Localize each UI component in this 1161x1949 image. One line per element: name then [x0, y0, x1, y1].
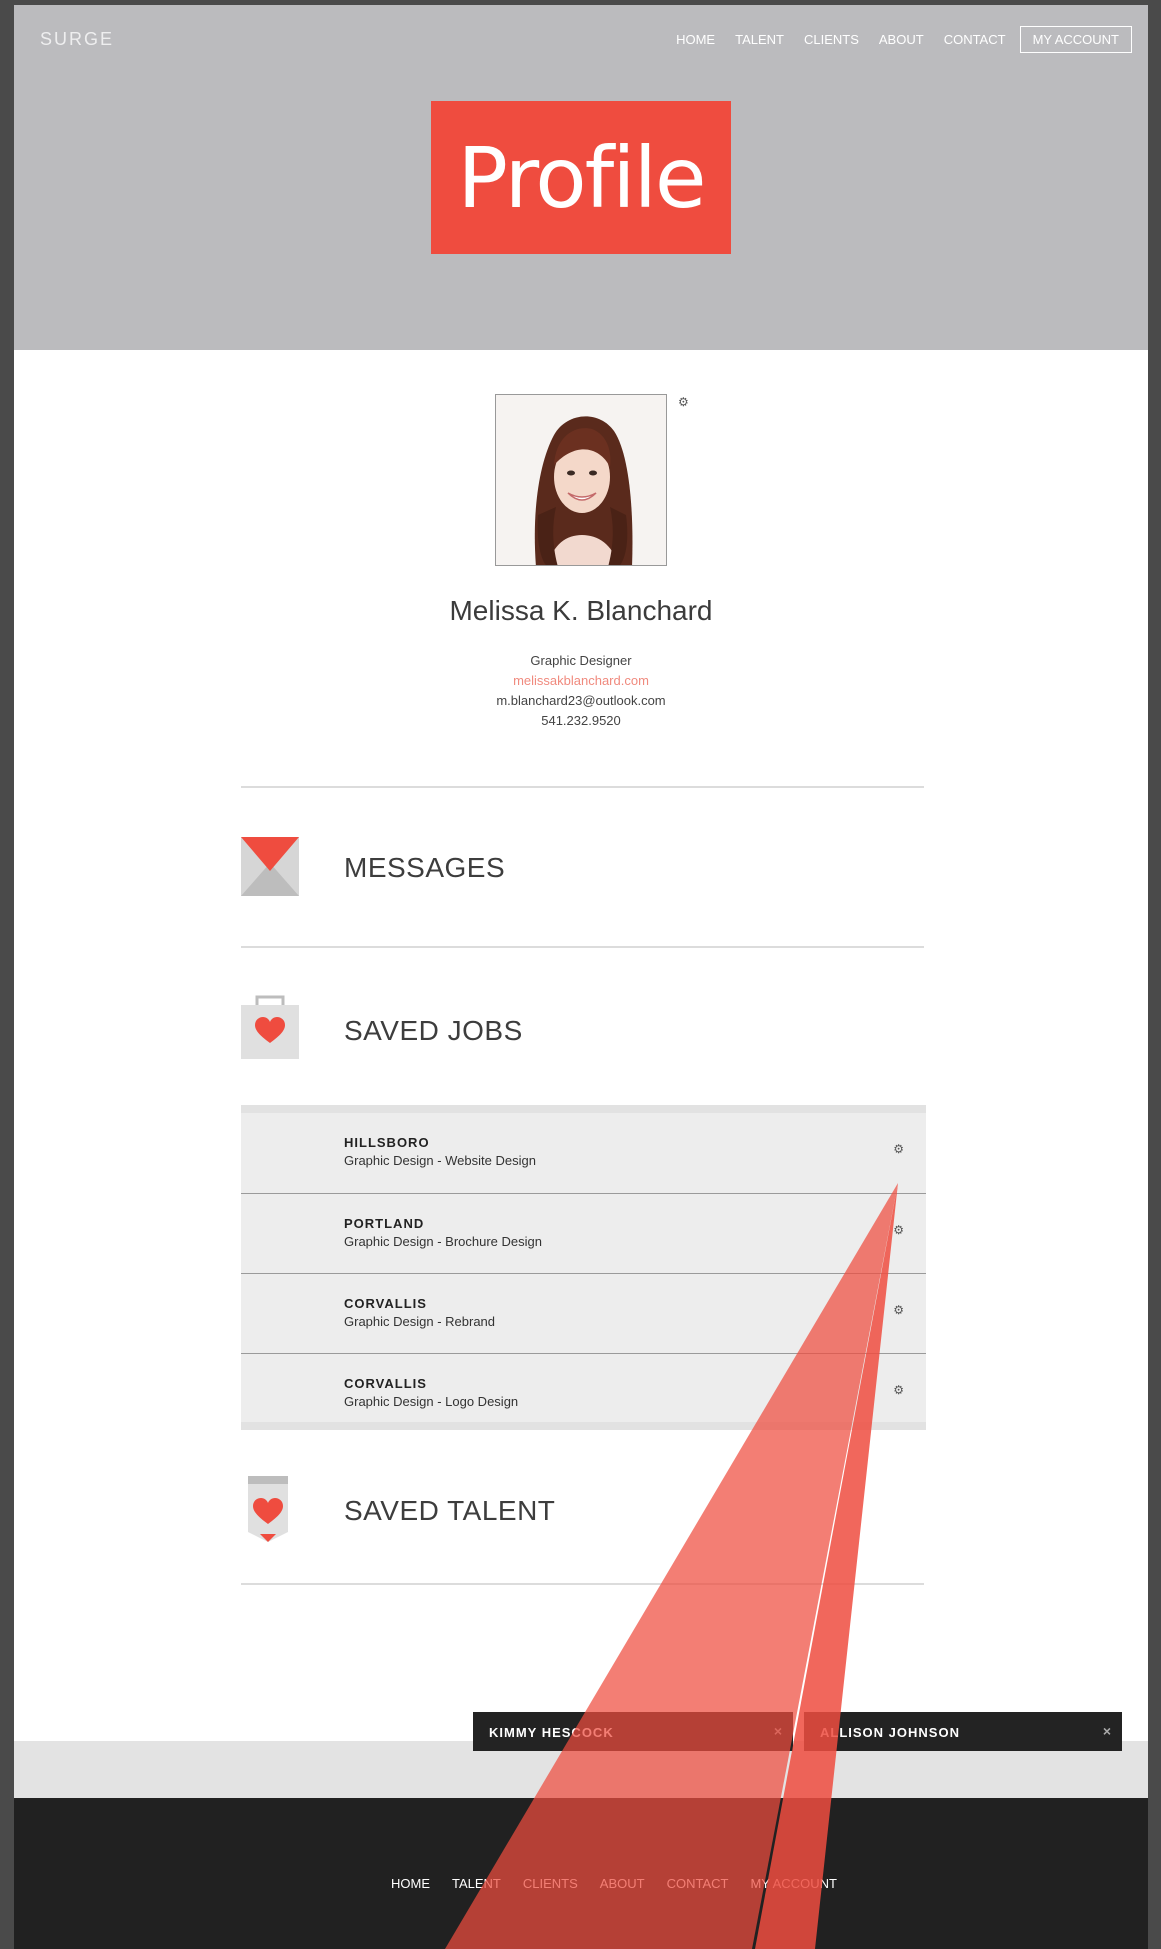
header: SURGE HOME TALENT CLIENTS ABOUT CONTACT …	[14, 5, 1148, 350]
job-city: CORVALLIS	[344, 1296, 427, 1311]
saved-jobs-list: HILLSBORO Graphic Design - Website Desig…	[241, 1105, 926, 1430]
job-settings-gear-icon[interactable]: ⚙	[893, 1384, 904, 1396]
footer-nav-my-account[interactable]: MY ACCOUNT	[750, 1876, 836, 1891]
job-row[interactable]: CORVALLIS Graphic Design - Logo Design ⚙	[241, 1353, 926, 1433]
chat-tab-label: ALLISON JOHNSON	[820, 1725, 960, 1740]
avatar	[495, 394, 667, 566]
profile-phone: 541.232.9520	[541, 713, 621, 728]
main-nav: HOME TALENT CLIENTS ABOUT CONTACT MY ACC…	[656, 26, 1132, 53]
nav-contact[interactable]: CONTACT	[944, 32, 1006, 47]
job-settings-gear-icon[interactable]: ⚙	[893, 1304, 904, 1316]
job-city: CORVALLIS	[344, 1376, 427, 1391]
profile-website-link[interactable]: melissakblanchard.com	[14, 673, 1148, 688]
chat-tab-allison-johnson[interactable]: ALLISON JOHNSON ×	[804, 1712, 1122, 1751]
nav-clients[interactable]: CLIENTS	[804, 32, 859, 47]
section-messages[interactable]: MESSAGES	[344, 852, 505, 884]
nav-talent[interactable]: TALENT	[735, 32, 784, 47]
page-title: Profile	[431, 101, 731, 254]
edit-photo-gear-icon[interactable]: ⚙	[678, 396, 689, 408]
job-description: Graphic Design - Rebrand	[344, 1314, 496, 1329]
job-city: HILLSBORO	[344, 1135, 430, 1150]
profile-name: Melissa K. Blanchard	[449, 595, 713, 626]
footer-nav-about[interactable]: ABOUT	[600, 1876, 645, 1891]
close-icon[interactable]: ×	[1103, 1723, 1112, 1739]
profile-role: Graphic Designer	[530, 653, 632, 668]
job-row[interactable]: CORVALLIS Graphic Design - Rebrand ⚙	[241, 1273, 926, 1353]
profile-email: m.blanchard23@outlook.com	[496, 693, 666, 708]
chat-tab-label: KIMMY HESCOCK	[489, 1725, 614, 1740]
bag-heart-icon	[241, 995, 299, 1059]
job-description: Graphic Design - Website Design	[344, 1153, 536, 1168]
footer-nav-clients[interactable]: CLIENTS	[523, 1876, 578, 1891]
footer-nav-talent[interactable]: TALENT	[452, 1876, 501, 1891]
job-description: Graphic Design - Logo Design	[344, 1394, 519, 1409]
avatar-portrait	[496, 395, 666, 565]
footer-nav: HOME TALENT CLIENTS ABOUT CONTACT MY ACC…	[391, 1876, 859, 1891]
nav-about[interactable]: ABOUT	[879, 32, 924, 47]
logo[interactable]: SURGE	[40, 29, 114, 50]
envelope-icon	[241, 837, 299, 896]
footer-nav-home[interactable]: HOME	[391, 1876, 430, 1891]
page-frame: SURGE HOME TALENT CLIENTS ABOUT CONTACT …	[14, 5, 1148, 1949]
section-saved-talent[interactable]: SAVED TALENT	[344, 1495, 555, 1527]
divider	[241, 786, 924, 788]
job-description: Graphic Design - Brochure Design	[344, 1234, 542, 1249]
close-icon[interactable]: ×	[774, 1723, 783, 1739]
divider	[241, 1583, 924, 1585]
section-saved-jobs[interactable]: SAVED JOBS	[344, 1015, 523, 1047]
job-settings-gear-icon[interactable]: ⚙	[893, 1224, 904, 1236]
job-city: PORTLAND	[344, 1216, 425, 1231]
tag-heart-icon	[248, 1476, 288, 1542]
job-row[interactable]: HILLSBORO Graphic Design - Website Desig…	[241, 1113, 926, 1193]
job-row[interactable]: PORTLAND Graphic Design - Brochure Desig…	[241, 1193, 926, 1273]
job-settings-gear-icon[interactable]: ⚙	[893, 1143, 904, 1155]
chat-tab-kimmy-hescock[interactable]: KIMMY HESCOCK ×	[473, 1712, 793, 1751]
divider	[241, 946, 924, 948]
nav-home[interactable]: HOME	[676, 32, 715, 47]
nav-my-account-button[interactable]: MY ACCOUNT	[1019, 26, 1132, 53]
footer-nav-contact[interactable]: CONTACT	[667, 1876, 729, 1891]
footer: HOME TALENT CLIENTS ABOUT CONTACT MY ACC…	[14, 1798, 1148, 1949]
